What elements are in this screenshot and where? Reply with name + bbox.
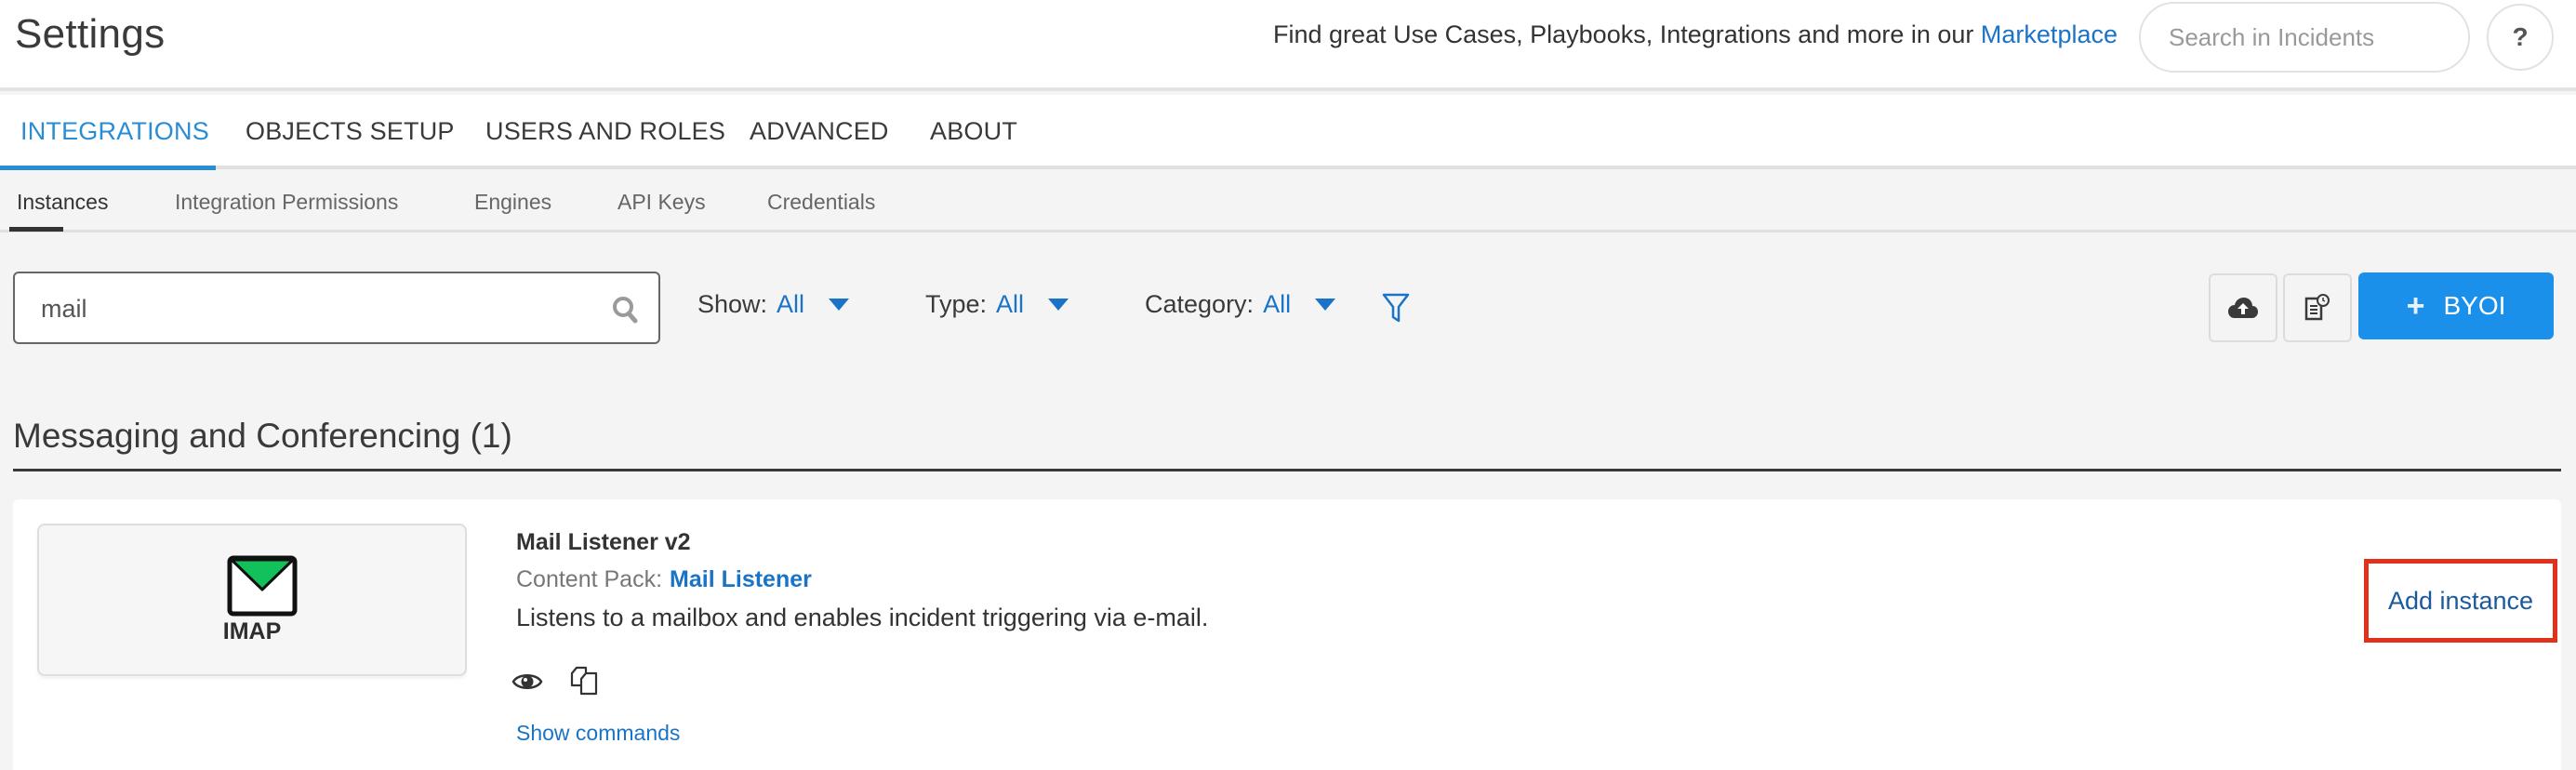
show-filter-dropdown[interactable]: Show: All bbox=[697, 290, 850, 319]
tab-advanced[interactable]: ADVANCED bbox=[750, 117, 889, 146]
eye-icon[interactable] bbox=[511, 670, 543, 694]
subtab-credentials[interactable]: Credentials bbox=[767, 190, 875, 215]
question-icon: ? bbox=[2512, 22, 2529, 51]
byoi-label: BYOI bbox=[2443, 291, 2506, 320]
active-tab-indicator bbox=[0, 166, 216, 170]
top-header: Settings Find great Use Cases, Playbooks… bbox=[0, 0, 2576, 91]
logo-label: IMAP bbox=[222, 618, 282, 644]
integration-name: Mail Listener v2 bbox=[516, 529, 691, 555]
copy-icon[interactable] bbox=[569, 665, 601, 697]
tab-integrations[interactable]: INTEGRATIONS bbox=[20, 117, 209, 146]
content-pack: Content Pack: Mail Listener bbox=[516, 566, 812, 593]
type-filter-dropdown[interactable]: Type: All bbox=[925, 290, 1069, 319]
marketplace-promo: Find great Use Cases, Playbooks, Integra… bbox=[1273, 20, 2118, 49]
type-filter-label: Type: bbox=[925, 290, 988, 318]
show-commands-link[interactable]: Show commands bbox=[516, 721, 680, 746]
changelog-button[interactable] bbox=[2283, 273, 2352, 342]
subtab-engines[interactable]: Engines bbox=[474, 190, 551, 215]
help-button[interactable]: ? bbox=[2487, 4, 2554, 71]
caret-down-icon bbox=[1315, 299, 1336, 311]
integration-search-input[interactable] bbox=[41, 290, 599, 327]
search-incidents-input[interactable]: Search in Incidents bbox=[2139, 2, 2470, 73]
content-pack-label: Content Pack: bbox=[516, 566, 663, 592]
show-filter-value: All bbox=[777, 290, 805, 318]
envelope-icon bbox=[227, 555, 298, 617]
search-icon[interactable] bbox=[612, 296, 638, 324]
plus-icon: + bbox=[2406, 287, 2425, 324]
category-filter-value: All bbox=[1263, 290, 1292, 318]
funnel-filter-icon[interactable] bbox=[1382, 292, 1410, 324]
upload-integration-button[interactable] bbox=[2209, 273, 2277, 342]
byoi-button[interactable]: + BYOI bbox=[2358, 272, 2554, 339]
show-filter-label: Show: bbox=[697, 290, 768, 318]
tab-objects-setup[interactable]: OBJECTS SETUP bbox=[246, 117, 455, 146]
sub-tabs: Instances Integration Permissions Engine… bbox=[0, 171, 2576, 232]
subtab-api-keys[interactable]: API Keys bbox=[617, 190, 706, 215]
marketplace-link[interactable]: Marketplace bbox=[1981, 20, 2118, 48]
type-filter-value: All bbox=[996, 290, 1025, 318]
content-pack-link[interactable]: Mail Listener bbox=[670, 566, 812, 592]
integration-card: IMAP Mail Listener v2 Content Pack: Mail … bbox=[13, 499, 2561, 770]
document-clock-icon bbox=[2304, 294, 2330, 321]
active-subtab-indicator bbox=[9, 227, 63, 232]
integration-search-box bbox=[13, 272, 660, 344]
category-filter-label: Category: bbox=[1145, 290, 1255, 318]
section-title: Messaging and Conferencing (1) bbox=[13, 417, 512, 455]
caret-down-icon bbox=[1048, 299, 1069, 311]
section-divider bbox=[13, 469, 2561, 471]
tab-users-and-roles[interactable]: USERS AND ROLES bbox=[485, 117, 725, 146]
category-filter-dropdown[interactable]: Category: All bbox=[1145, 290, 1336, 319]
integration-logo: IMAP bbox=[37, 524, 467, 676]
integration-description: Listens to a mailbox and enables inciden… bbox=[516, 604, 1209, 631]
promo-text: Find great Use Cases, Playbooks, Integra… bbox=[1273, 20, 1981, 48]
main-tabs: INTEGRATIONS OBJECTS SETUP USERS AND ROL… bbox=[0, 95, 2576, 170]
cloud-upload-icon bbox=[2228, 298, 2258, 318]
add-instance-button[interactable]: Add instance bbox=[2364, 559, 2557, 643]
tab-about[interactable]: ABOUT bbox=[930, 117, 1017, 146]
subtab-instances[interactable]: Instances bbox=[17, 190, 108, 215]
caret-down-icon bbox=[829, 299, 850, 311]
subtab-integration-permissions[interactable]: Integration Permissions bbox=[175, 190, 398, 215]
page-title: Settings bbox=[15, 11, 166, 57]
